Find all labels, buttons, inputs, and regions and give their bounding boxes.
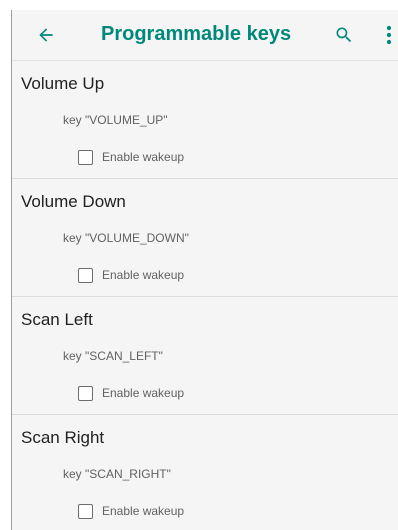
key-preference[interactable]: key "VOLUME_DOWN" xyxy=(63,231,189,245)
key-preference[interactable]: key "SCAN_RIGHT" xyxy=(63,467,171,481)
settings-screen: Programmable keys Volume Up key "VOLUME_… xyxy=(11,10,398,530)
back-button[interactable] xyxy=(32,21,60,49)
key-section-scan-left: Scan Left key "SCAN_LEFT" Enable wakeup xyxy=(12,297,398,415)
enable-wakeup-label: Enable wakeup xyxy=(102,386,185,400)
enable-wakeup-row[interactable]: Enable wakeup xyxy=(78,501,184,521)
search-icon xyxy=(336,27,352,43)
more-vert-icon xyxy=(386,25,392,45)
section-title: Volume Up xyxy=(21,74,105,93)
section-title: Scan Left xyxy=(21,310,93,329)
enable-wakeup-checkbox[interactable] xyxy=(78,385,93,401)
enable-wakeup-label: Enable wakeup xyxy=(102,268,185,282)
key-section-scan-right: Scan Right key "SCAN_RIGHT" Enable wakeu… xyxy=(12,415,398,530)
enable-wakeup-checkbox[interactable] xyxy=(78,503,93,519)
arrow-left-icon xyxy=(39,28,53,42)
key-section-volume-up: Volume Up key "VOLUME_UP" Enable wakeup xyxy=(12,61,398,179)
enable-wakeup-checkbox[interactable] xyxy=(78,267,93,283)
enable-wakeup-label: Enable wakeup xyxy=(102,504,185,518)
page-title: Programmable keys xyxy=(101,23,292,45)
key-section-volume-down: Volume Down key "VOLUME_DOWN" Enable wak… xyxy=(12,179,398,297)
enable-wakeup-label: Enable wakeup xyxy=(102,150,185,164)
app-bar: Programmable keys xyxy=(12,10,398,61)
more-options-button[interactable] xyxy=(382,22,396,48)
enable-wakeup-row[interactable]: Enable wakeup xyxy=(78,265,184,285)
key-preference[interactable]: key "SCAN_LEFT" xyxy=(63,349,163,363)
section-title: Volume Down xyxy=(21,192,126,211)
enable-wakeup-row[interactable]: Enable wakeup xyxy=(78,383,184,403)
key-preference[interactable]: key "VOLUME_UP" xyxy=(63,113,168,127)
section-title: Scan Right xyxy=(21,428,105,447)
search-button[interactable] xyxy=(331,22,357,48)
enable-wakeup-row[interactable]: Enable wakeup xyxy=(78,147,184,167)
enable-wakeup-checkbox[interactable] xyxy=(78,149,93,165)
